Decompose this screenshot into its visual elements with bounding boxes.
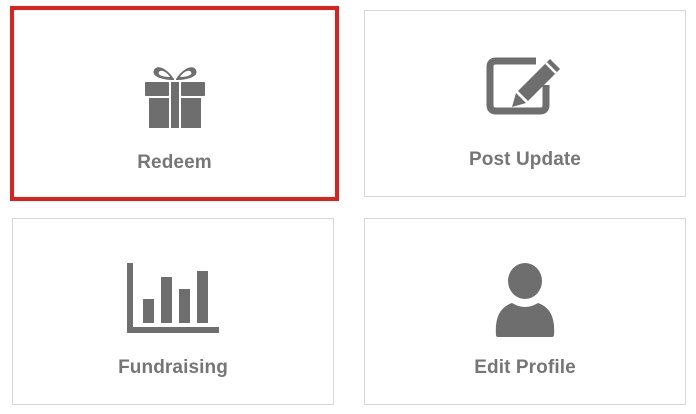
post-update-tile[interactable]: Post Update (364, 10, 686, 197)
gift-icon (144, 67, 205, 128)
post-update-label: Post Update (469, 149, 581, 170)
edit-icon (486, 57, 560, 115)
fundraising-label: Fundraising (118, 357, 228, 378)
fundraising-tile[interactable]: Fundraising (12, 218, 334, 405)
redeem-label: Redeem (137, 152, 212, 173)
user-icon (495, 263, 555, 337)
edit-profile-tile[interactable]: Edit Profile (364, 218, 686, 405)
edit-profile-label: Edit Profile (474, 357, 576, 378)
redeem-tile[interactable]: Redeem (10, 6, 339, 201)
bar-chart-icon (127, 263, 219, 333)
